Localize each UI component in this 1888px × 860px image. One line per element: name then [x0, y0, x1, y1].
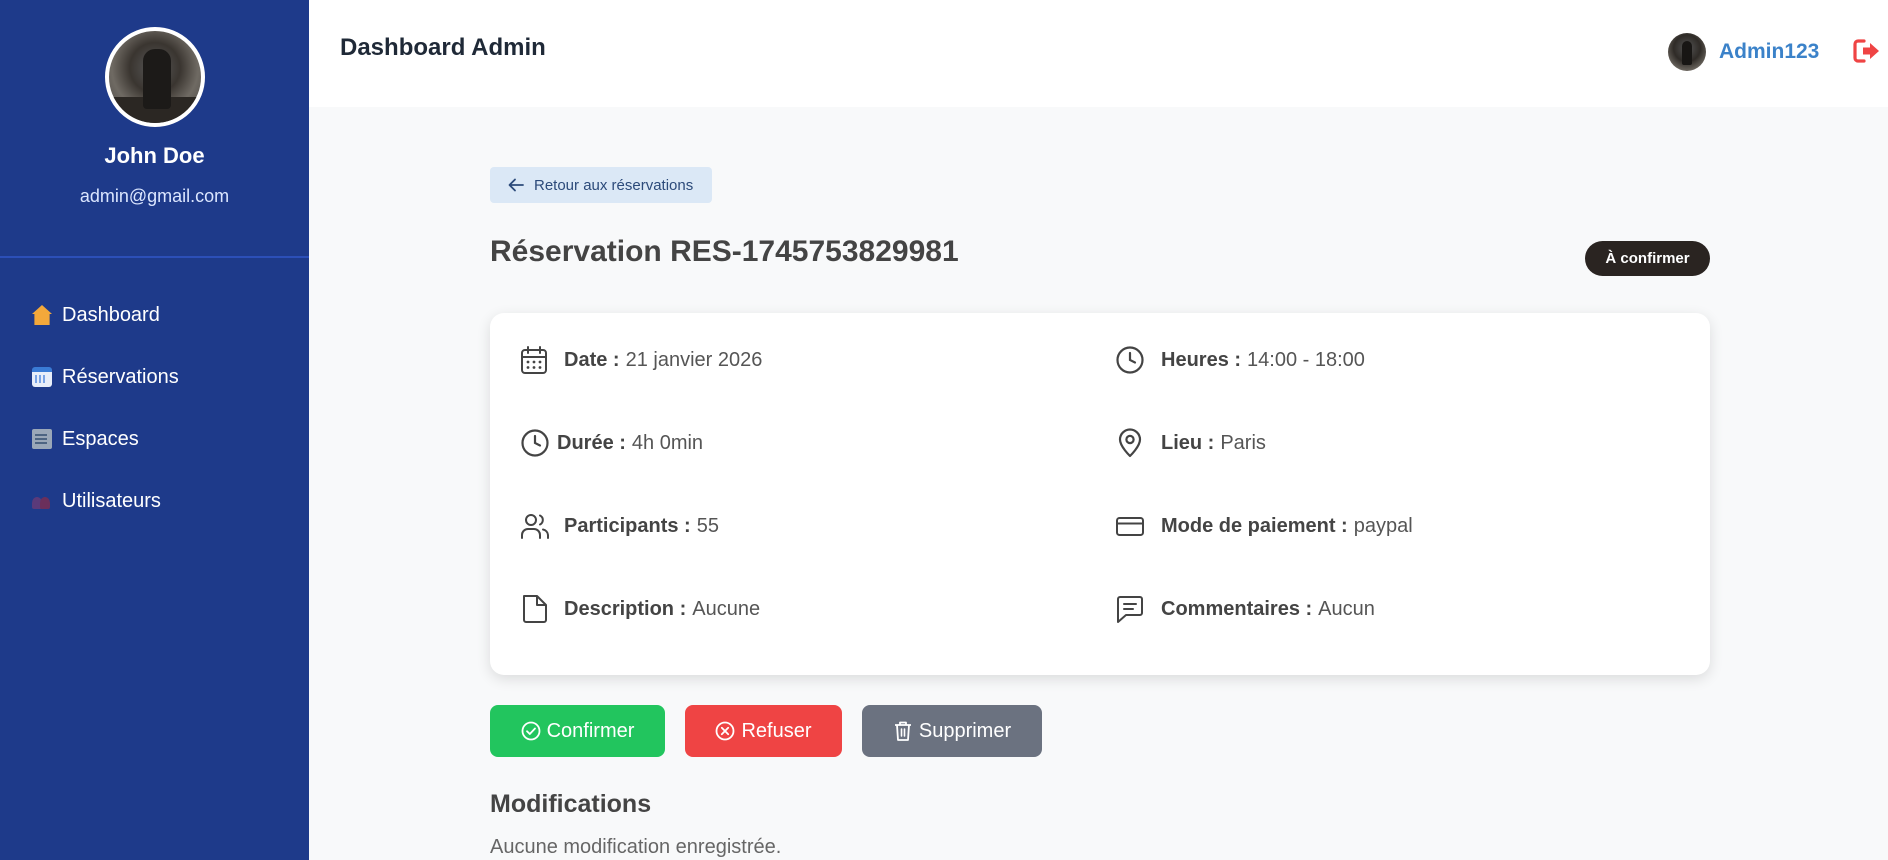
detail-value: Paris	[1220, 431, 1266, 454]
detail-value: Aucune	[692, 597, 761, 620]
detail-label: Date :	[564, 348, 620, 371]
profile-avatar	[104, 27, 205, 127]
users-icon	[32, 491, 52, 511]
delete-button-label: Supprimer	[918, 719, 1012, 742]
detail-participants: Participants : 55	[520, 511, 719, 541]
detail-label: Lieu :	[1161, 431, 1215, 454]
sidebar-item-utilisateurs[interactable]: Utilisateurs	[0, 470, 309, 532]
detail-label: Participants :	[564, 514, 691, 537]
modifications-title: Modifications	[490, 790, 652, 818]
detail-label: Description :	[564, 597, 687, 620]
x-circle-icon	[716, 721, 735, 741]
sidebar-item-label: Espaces	[62, 427, 139, 450]
detail-value: Aucun	[1318, 597, 1375, 620]
check-circle-icon	[521, 721, 540, 741]
top-header: Dashboard Admin Admin123	[309, 0, 1888, 107]
detail-value: 21 janvier 2026	[625, 348, 763, 371]
sidebar-nav: Dashboard Réservations Espaces Utilisate…	[0, 284, 309, 532]
detail-label: Durée :	[557, 431, 626, 454]
detail-label: Mode de paiement :	[1161, 514, 1348, 537]
delete-button[interactable]: Supprimer	[862, 705, 1042, 757]
back-to-reservations-button[interactable]: Retour aux réservations	[490, 167, 712, 203]
back-button-label: Retour aux réservations	[534, 176, 694, 194]
sidebar-item-label: Réservations	[62, 365, 179, 388]
profile-email: admin@gmail.com	[79, 186, 230, 206]
profile-name: John Doe	[104, 143, 205, 168]
detail-description: Description : Aucune	[520, 594, 760, 624]
clock-icon	[1116, 346, 1144, 374]
users-icon	[521, 514, 549, 539]
sidebar-item-label: Dashboard	[62, 303, 160, 326]
calendar-icon	[521, 346, 547, 374]
reservation-title: Réservation RES-1745753829981	[490, 235, 959, 268]
page-title: Dashboard Admin	[340, 34, 546, 61]
sidebar-item-label: Utilisateurs	[62, 489, 161, 512]
confirm-button-label: Confirmer	[546, 719, 635, 742]
logout-icon[interactable]	[1853, 38, 1881, 64]
credit-card-icon	[1116, 517, 1144, 536]
detail-value: 4h 0min	[631, 431, 704, 454]
sidebar-item-dashboard[interactable]: Dashboard	[0, 284, 309, 346]
detail-value: 55	[696, 514, 719, 537]
clock-icon	[521, 429, 549, 457]
detail-label: Commentaires :	[1161, 597, 1313, 620]
detail-comments: Commentaires : Aucun	[1115, 594, 1375, 624]
map-pin-icon	[1118, 428, 1142, 458]
modifications-empty-text: Aucune modification enregistrée.	[490, 836, 782, 858]
detail-date: Date : 21 janvier 2026	[520, 345, 762, 375]
house-icon	[32, 305, 52, 325]
message-icon	[1117, 596, 1143, 623]
sidebar-item-espaces[interactable]: Espaces	[0, 408, 309, 470]
sidebar-item-reservations[interactable]: Réservations	[0, 346, 309, 408]
calendar-icon	[32, 367, 52, 387]
detail-payment: Mode de paiement : paypal	[1115, 511, 1413, 541]
building-icon	[32, 429, 52, 449]
trash-icon	[894, 721, 911, 741]
reservation-details-card: Date : 21 janvier 2026 Heures : 14:00 - …	[490, 313, 1710, 675]
refuse-button-label: Refuser	[741, 719, 812, 742]
detail-label: Heures :	[1161, 348, 1242, 371]
detail-value: 14:00 - 18:00	[1247, 348, 1365, 371]
refuse-button[interactable]: Refuser	[685, 705, 842, 757]
file-icon	[523, 595, 547, 623]
avatar[interactable]	[1668, 33, 1706, 71]
status-badge: À confirmer	[1585, 241, 1710, 276]
arrow-left-icon	[508, 178, 524, 192]
detail-duration: Durée : 4h 0min	[520, 428, 703, 458]
detail-value: paypal	[1353, 514, 1413, 537]
confirm-button[interactable]: Confirmer	[490, 705, 665, 757]
sidebar-profile: John Doe admin@gmail.com	[0, 0, 309, 258]
sidebar: John Doe admin@gmail.com Dashboard Réser…	[0, 0, 309, 860]
header-username[interactable]: Admin123	[1719, 40, 1819, 64]
detail-hours: Heures : 14:00 - 18:00	[1115, 345, 1365, 375]
detail-place: Lieu : Paris	[1115, 428, 1266, 458]
